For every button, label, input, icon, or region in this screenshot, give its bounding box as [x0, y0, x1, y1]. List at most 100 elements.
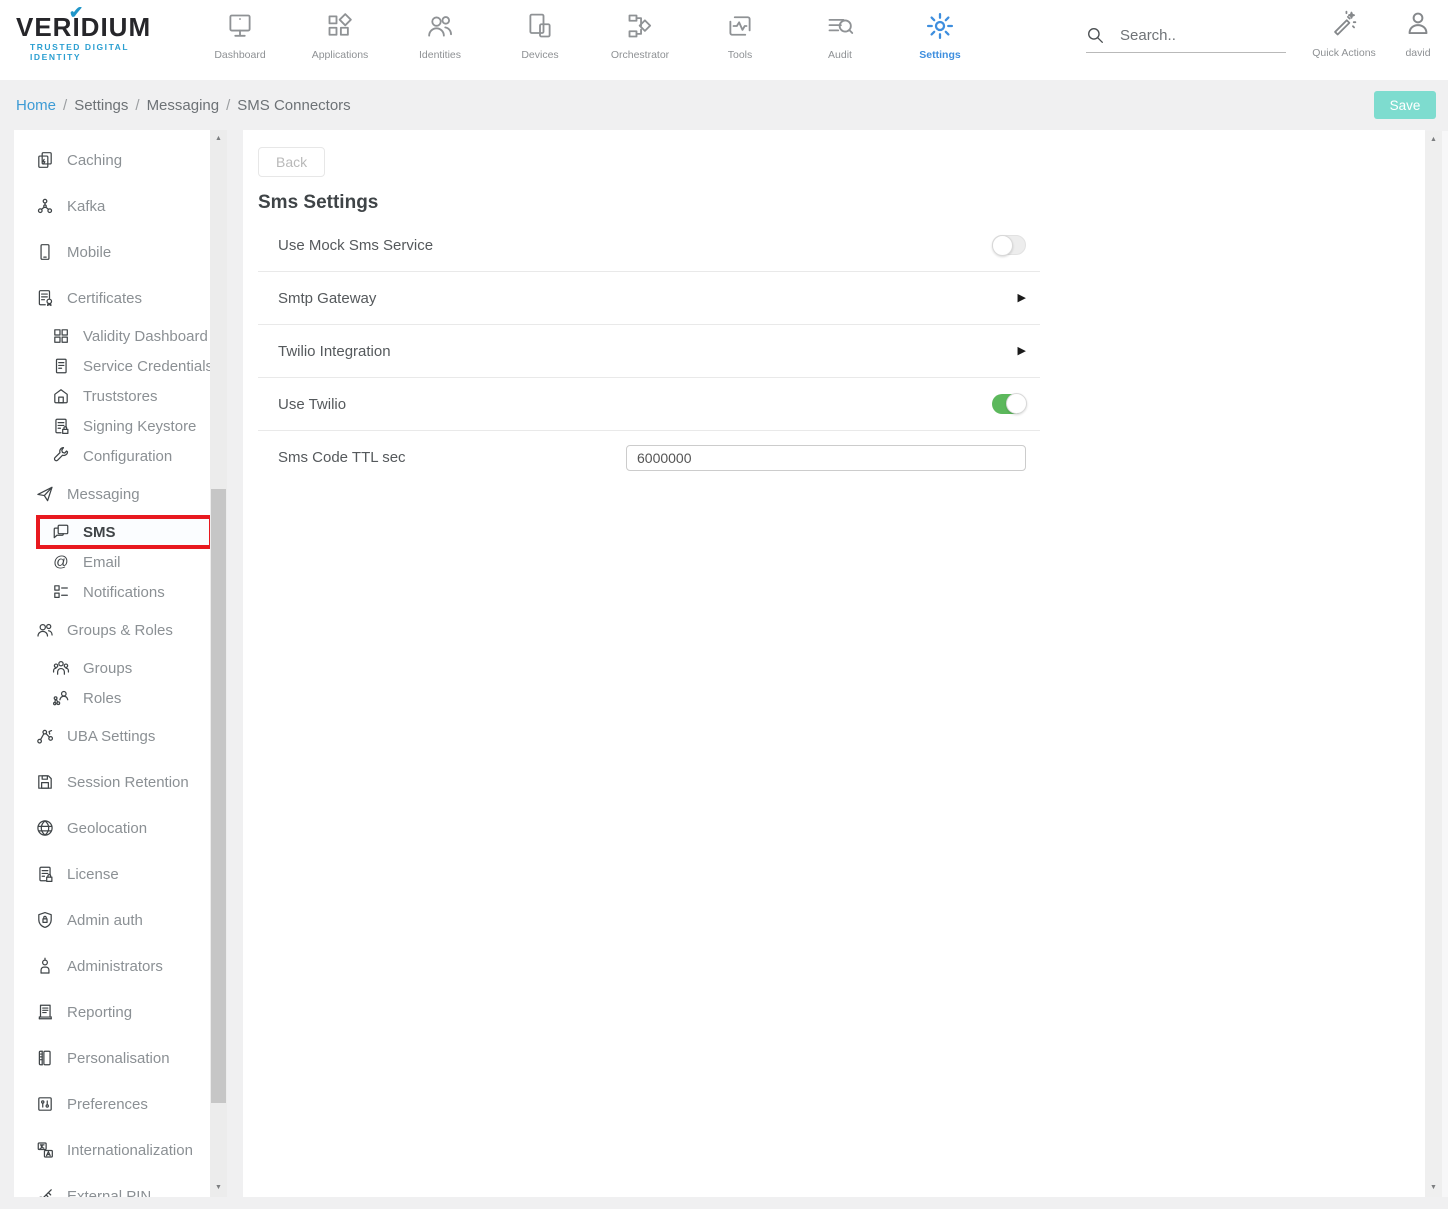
nav-item-tools[interactable]: Tools [690, 8, 790, 61]
sidebar-item-internationalization[interactable]: Internationalization [14, 1127, 210, 1173]
sidebar-item-signing-keystore[interactable]: Signing Keystore [14, 411, 210, 441]
expand-arrow-icon[interactable]: ▶ [1018, 346, 1026, 357]
sidebar-item-session-retention[interactable]: Session Retention [14, 759, 210, 805]
sidebar-item-label: Messaging [67, 486, 140, 503]
setting-row-use-mock-sms-service: Use Mock Sms Service [258, 219, 1040, 272]
audit-icon [826, 12, 854, 40]
sidebar-item-label: SMS [83, 524, 116, 541]
sidebar-item-groups[interactable]: Groups [14, 653, 210, 683]
nav-item-orchestrator[interactable]: Orchestrator [590, 8, 690, 61]
page-scroll-up-icon[interactable]: ▲ [1425, 133, 1442, 147]
nav-item-identities[interactable]: Identities [390, 8, 490, 61]
sidebar-item-kafka[interactable]: Kafka [14, 183, 210, 229]
scroll-down-icon[interactable]: ▼ [210, 1181, 227, 1195]
nav-item-devices[interactable]: Devices [490, 8, 590, 61]
sidebar-item-caching[interactable]: Caching [14, 137, 210, 183]
sidebar-item-administrators[interactable]: Administrators [14, 943, 210, 989]
email-icon: @ [52, 553, 70, 571]
sidebar-item-preferences[interactable]: Preferences [14, 1081, 210, 1127]
sidebar-item-sms[interactable]: SMS [36, 515, 210, 549]
session-retention-icon [36, 773, 54, 791]
use-mock-sms-service-toggle[interactable] [992, 235, 1026, 255]
scroll-up-icon[interactable]: ▲ [210, 132, 227, 146]
sidebar-item-personalisation[interactable]: Personalisation [14, 1035, 210, 1081]
row-control: ▶ [1018, 293, 1026, 304]
sidebar-item-external-pin[interactable]: External PIN [14, 1173, 210, 1197]
sidebar-item-label: Geolocation [67, 820, 147, 837]
sidebar-scrollbar-thumb[interactable] [211, 489, 226, 1103]
breadcrumb-bar: Home/Settings/Messaging/SMS Connectors S… [0, 80, 1448, 130]
back-button[interactable]: Back [258, 147, 325, 177]
tools-icon [726, 12, 754, 40]
sidebar-scrollbar[interactable]: ▲ ▼ [210, 130, 227, 1197]
save-button[interactable]: Save [1374, 91, 1436, 119]
sidebar-item-label: Caching [67, 152, 122, 169]
uba-settings-icon [36, 727, 54, 745]
sidebar-item-notifications[interactable]: Notifications [14, 577, 210, 607]
quick-actions-label: Quick Actions [1312, 47, 1376, 59]
breadcrumb-item-settings[interactable]: Settings [74, 97, 128, 114]
sidebar-item-label: License [67, 866, 119, 883]
breadcrumb-item-home[interactable]: Home [16, 97, 56, 114]
caching-icon [36, 151, 54, 169]
sms-settings-panel: Back Sms Settings Use Mock Sms ServiceSm… [243, 130, 1425, 1197]
sidebar-item-label: Certificates [67, 290, 142, 307]
sidebar-item-label: Service Credentials [83, 358, 210, 375]
breadcrumb-separator: / [135, 97, 139, 114]
sidebar-item-geolocation[interactable]: Geolocation [14, 805, 210, 851]
kafka-icon [36, 197, 54, 215]
internationalization-icon [36, 1141, 54, 1159]
search-input[interactable] [1120, 27, 1270, 44]
dashboard-icon [226, 12, 254, 40]
nav-item-label: Applications [312, 49, 369, 61]
user-name-label: david [1405, 47, 1430, 59]
sidebar-item-label: Internationalization [67, 1142, 193, 1159]
setting-row-smtp-gateway[interactable]: Smtp Gateway▶ [258, 272, 1040, 325]
sidebar-item-email[interactable]: @Email [14, 547, 210, 577]
sidebar-item-reporting[interactable]: Reporting [14, 989, 210, 1035]
configuration-icon [52, 447, 70, 465]
page-scrollbar[interactable]: ▲ ▼ [1425, 131, 1442, 1197]
nav-item-audit[interactable]: Audit [790, 8, 890, 61]
veridium-logo[interactable]: VERIDIUM ✔ TRUSTED DIGITAL IDENTITY [16, 12, 176, 62]
sidebar-item-label: Groups [83, 660, 132, 677]
sidebar-item-roles[interactable]: Roles [14, 683, 210, 713]
breadcrumb-separator: / [63, 97, 67, 114]
expand-arrow-icon[interactable]: ▶ [1018, 293, 1026, 304]
roles-icon [52, 689, 70, 707]
sidebar-item-label: Truststores [83, 388, 157, 405]
sidebar-item-admin-auth[interactable]: Admin auth [14, 897, 210, 943]
sidebar-item-messaging[interactable]: Messaging [14, 471, 210, 517]
row-control: ▶ [1018, 346, 1026, 357]
sidebar-item-label: Signing Keystore [83, 418, 196, 435]
validity-dashboard-icon [52, 327, 70, 345]
sidebar-item-label: Notifications [83, 584, 165, 601]
nav-item-settings[interactable]: Settings [890, 8, 990, 61]
nav-item-dashboard[interactable]: Dashboard [190, 8, 290, 61]
quick-actions-button[interactable]: Quick Actions [1303, 10, 1385, 59]
sidebar-item-configuration[interactable]: Configuration [14, 441, 210, 471]
setting-row-twilio-integration[interactable]: Twilio Integration▶ [258, 325, 1040, 378]
page-scroll-down-icon[interactable]: ▼ [1425, 1181, 1442, 1195]
sidebar-item-groups-roles[interactable]: Groups & Roles [14, 607, 210, 653]
sidebar-item-truststores[interactable]: Truststores [14, 381, 210, 411]
setting-label: Use Twilio [278, 396, 346, 413]
setting-row-sms-code-ttl-sec: Sms Code TTL sec [258, 431, 1040, 484]
sidebar-item-license[interactable]: License [14, 851, 210, 897]
check-icon: ✔ [69, 3, 83, 23]
preferences-icon [36, 1095, 54, 1113]
use-twilio-toggle[interactable] [992, 394, 1026, 414]
sidebar-item-validity-dashboard[interactable]: Validity Dashboard [14, 321, 210, 351]
user-menu[interactable]: david [1392, 10, 1444, 59]
breadcrumb-item-messaging[interactable]: Messaging [147, 97, 220, 114]
service-credentials-icon [52, 357, 70, 375]
sidebar-item-certificates[interactable]: Certificates [14, 275, 210, 321]
sidebar-item-uba-settings[interactable]: UBA Settings [14, 713, 210, 759]
nav-item-applications[interactable]: Applications [290, 8, 390, 61]
toggle-knob [1006, 393, 1027, 414]
sms-code-ttl-sec-input[interactable] [626, 445, 1026, 471]
personalisation-icon [36, 1049, 54, 1067]
sidebar-item-service-credentials[interactable]: Service Credentials [14, 351, 210, 381]
sidebar-item-mobile[interactable]: Mobile [14, 229, 210, 275]
sidebar-item-label: Validity Dashboard [83, 328, 208, 345]
